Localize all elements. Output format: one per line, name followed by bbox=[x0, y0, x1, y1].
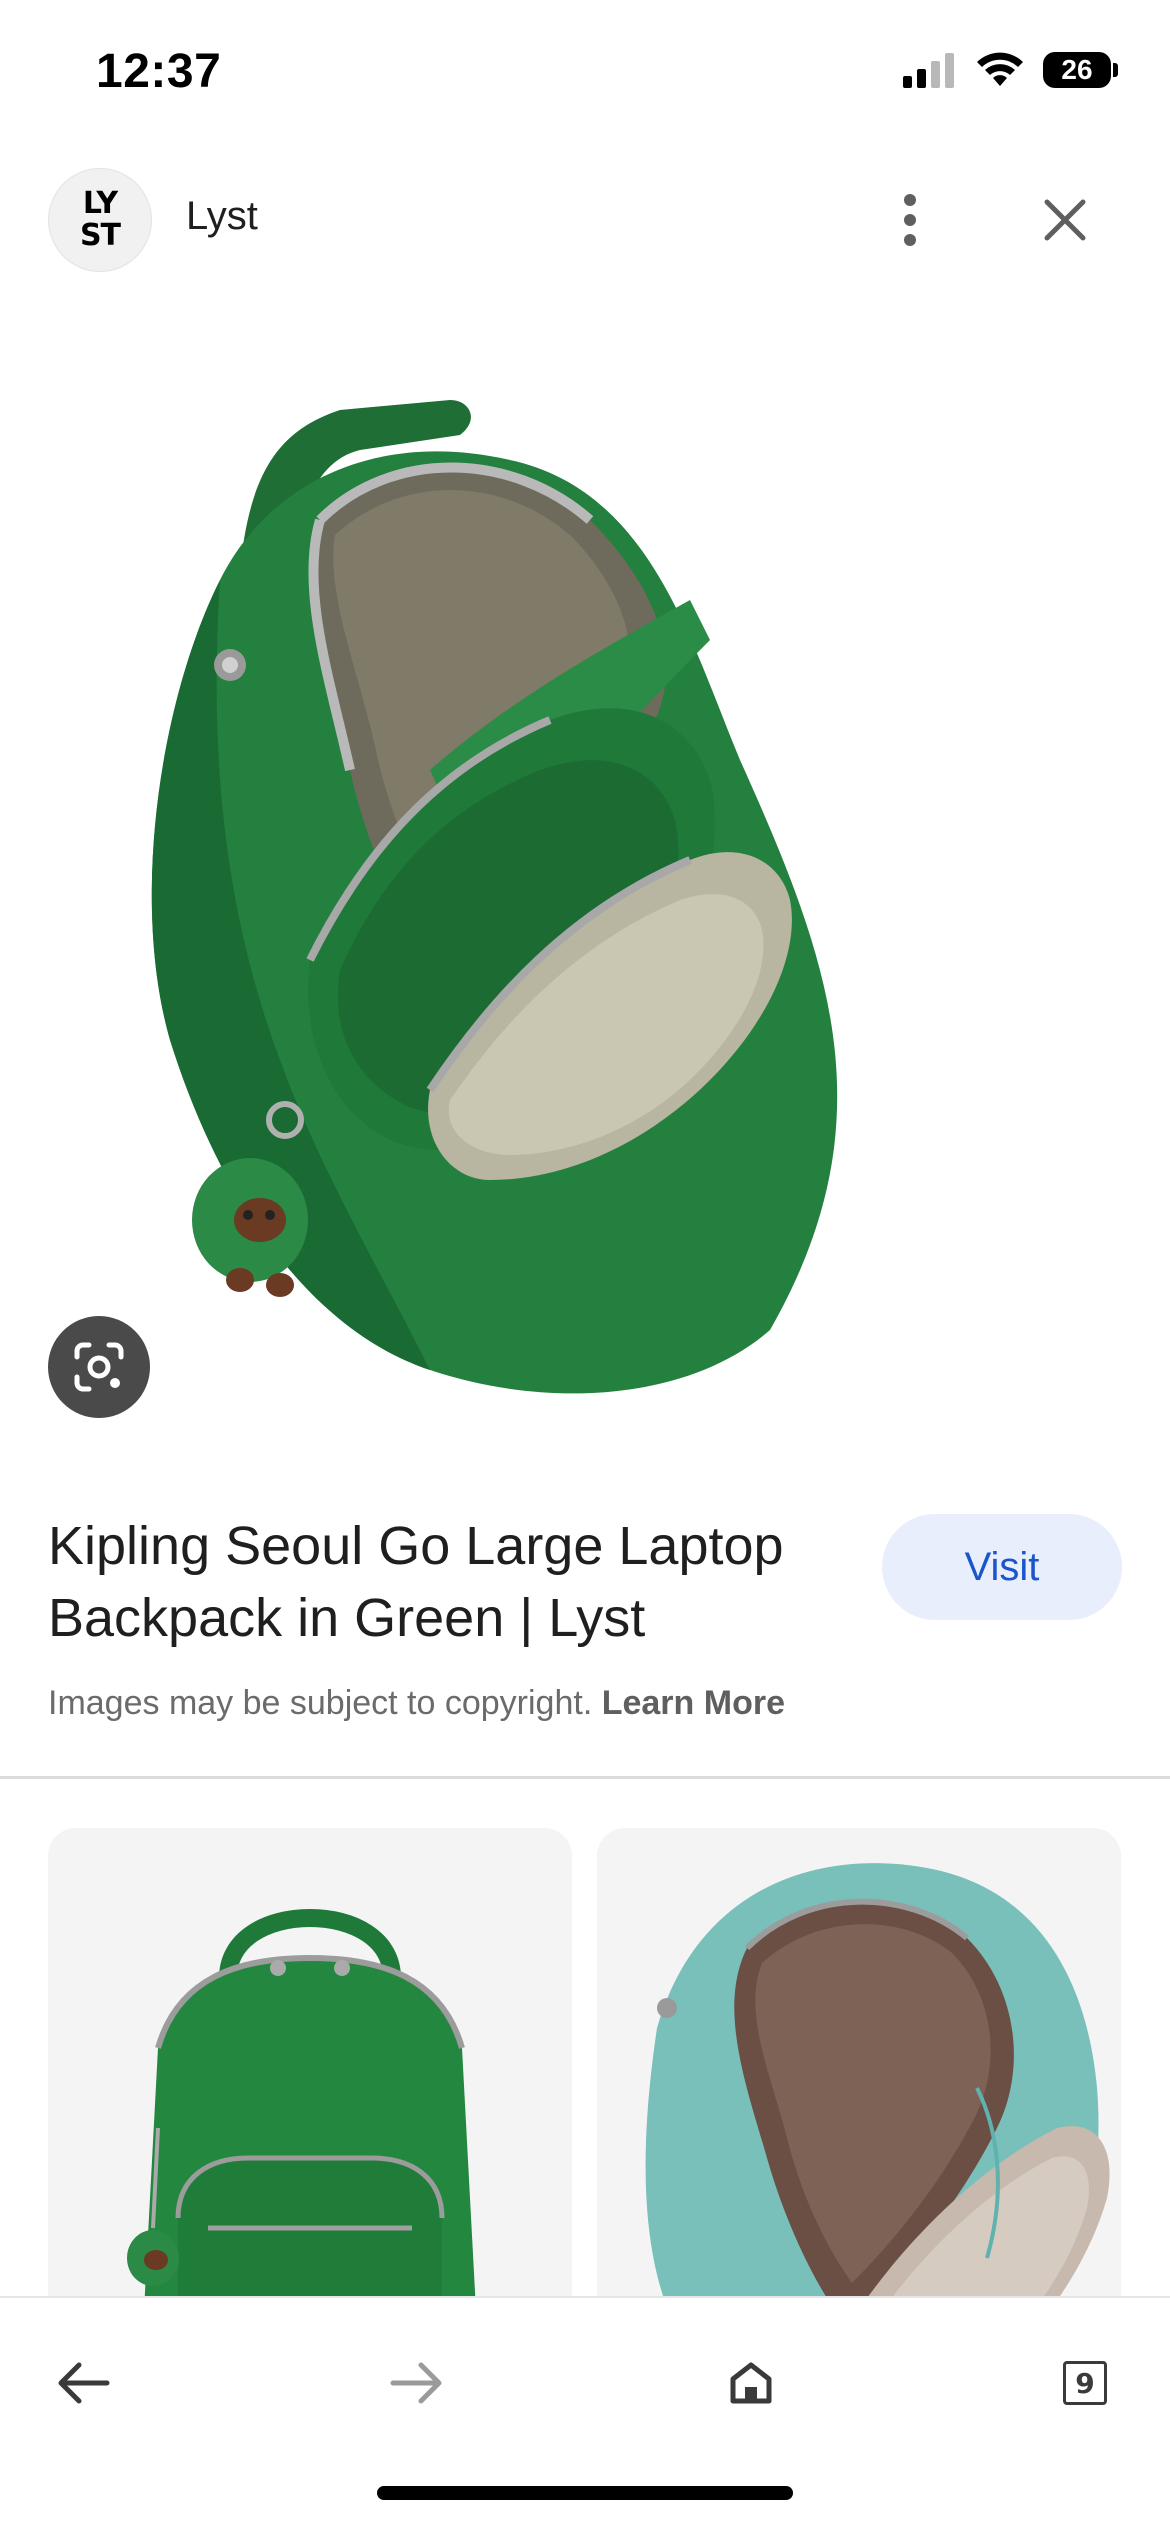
lens-icon bbox=[74, 1342, 124, 1392]
copyright-notice: Images may be subject to copyright. Lear… bbox=[48, 1684, 785, 1723]
learn-more-link[interactable]: Learn More bbox=[602, 1684, 785, 1722]
more-vertical-icon bbox=[904, 194, 916, 246]
arrow-left-icon bbox=[58, 2362, 110, 2404]
back-button[interactable] bbox=[38, 2338, 128, 2428]
copyright-text: Images may be subject to copyright. bbox=[48, 1684, 593, 1722]
site-logo[interactable]: LY ST bbox=[48, 168, 152, 272]
home-indicator bbox=[377, 2486, 793, 2500]
wifi-icon bbox=[977, 52, 1023, 86]
more-options-button[interactable] bbox=[870, 180, 950, 260]
site-name[interactable]: Lyst bbox=[186, 194, 258, 239]
arrow-right-icon bbox=[390, 2362, 442, 2404]
page: 12:37 26 LY ST Lyst Kipling Seoul Go Lar… bbox=[0, 0, 1170, 2532]
site-logo-letters: LY ST bbox=[79, 186, 121, 253]
status-icons: 26 bbox=[901, 52, 1118, 88]
tabs-button[interactable]: 9 bbox=[1040, 2338, 1130, 2428]
cellular-signal-icon bbox=[903, 53, 954, 88]
visit-button[interactable]: Visit bbox=[882, 1514, 1122, 1620]
home-button[interactable] bbox=[706, 2338, 796, 2428]
green-backpack-open-image[interactable] bbox=[130, 340, 1030, 1420]
status-bar: 12:37 26 bbox=[0, 0, 1170, 150]
tab-count: 9 bbox=[1063, 2361, 1107, 2405]
battery-icon: 26 bbox=[1043, 52, 1111, 88]
battery-level: 26 bbox=[1061, 54, 1093, 85]
battery-tip bbox=[1113, 63, 1118, 77]
forward-button[interactable] bbox=[372, 2338, 462, 2428]
divider bbox=[0, 1776, 1170, 1779]
close-icon bbox=[1044, 199, 1086, 241]
result-title[interactable]: Kipling Seoul Go Large Laptop Backpack i… bbox=[48, 1510, 848, 1654]
close-button[interactable] bbox=[1025, 180, 1105, 260]
home-icon bbox=[730, 2362, 772, 2404]
site-logo-text: LY ST bbox=[79, 186, 121, 253]
status-time: 12:37 bbox=[96, 45, 222, 98]
header: LY ST Lyst bbox=[0, 150, 1170, 290]
lens-button[interactable] bbox=[48, 1316, 150, 1418]
